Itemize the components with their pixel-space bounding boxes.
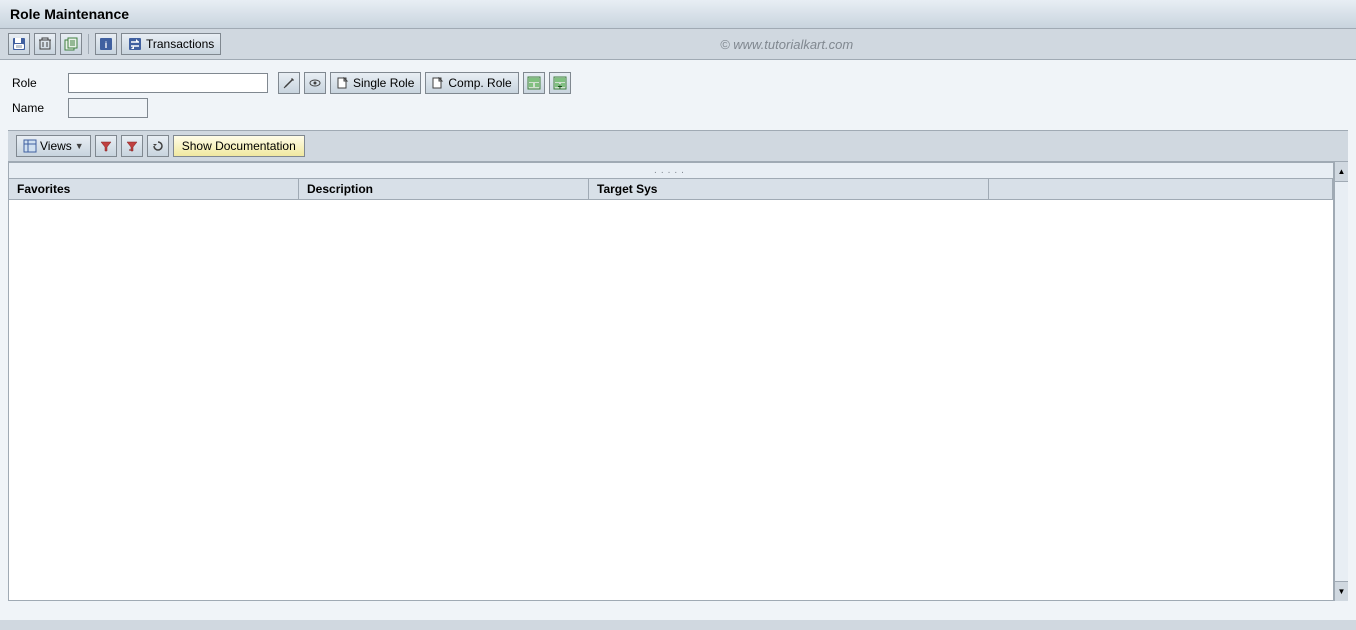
display-role-button[interactable]	[304, 72, 326, 94]
filter-button-1[interactable]	[95, 135, 117, 157]
scrollbar-track[interactable]	[1335, 182, 1348, 581]
single-role-doc-icon	[337, 77, 349, 89]
comp-role-doc-icon	[432, 77, 444, 89]
grid-add-icon: +	[553, 76, 567, 90]
title-bar: Role Maintenance	[0, 0, 1356, 29]
scrollbar-up-button[interactable]: ▲	[1335, 162, 1348, 182]
copy-icon	[64, 37, 78, 51]
views-dropdown-icon: ▼	[75, 141, 84, 151]
name-input[interactable]	[68, 98, 148, 118]
save-icon	[12, 37, 26, 51]
delete-button[interactable]	[34, 33, 56, 55]
comp-role-button[interactable]: Comp. Role	[425, 72, 518, 94]
filter-settings-icon	[126, 140, 138, 152]
show-documentation-button[interactable]: Show Documentation	[173, 135, 305, 157]
pencil-icon	[283, 77, 295, 89]
grid-add-button[interactable]: +	[549, 72, 571, 94]
views-icon	[23, 139, 37, 153]
role-actions: Single Role Comp. Role	[278, 72, 571, 94]
display-icon	[309, 77, 321, 89]
comp-role-label: Comp. Role	[448, 76, 511, 90]
name-label: Name	[12, 101, 62, 115]
scrollbar-down-button[interactable]: ▼	[1335, 581, 1348, 601]
scroll-up-icon: ▲	[1338, 167, 1346, 176]
header-target-sys: Target Sys	[589, 179, 989, 199]
grid-save-button[interactable]	[523, 72, 545, 94]
secondary-toolbar: Views ▼	[8, 130, 1348, 162]
views-button[interactable]: Views ▼	[16, 135, 91, 157]
scroll-down-icon: ▼	[1338, 587, 1346, 596]
main-toolbar: i Transactions © www.tutorialkart.com	[0, 29, 1356, 60]
data-grid: ..... Favorites Description Target Sys	[8, 162, 1334, 601]
main-content: Role	[0, 60, 1356, 620]
info-button[interactable]: i	[95, 33, 117, 55]
form-area: Role	[8, 68, 1348, 130]
transactions-label: Transactions	[146, 37, 214, 51]
refresh-button[interactable]	[147, 135, 169, 157]
filter-icon	[100, 140, 112, 152]
svg-text:i: i	[105, 40, 108, 50]
grid-body	[9, 200, 1333, 600]
save-button[interactable]	[8, 33, 30, 55]
header-description: Description	[299, 179, 589, 199]
single-role-button[interactable]: Single Role	[330, 72, 421, 94]
grid-header-row: Favorites Description Target Sys	[9, 179, 1333, 200]
page-title: Role Maintenance	[10, 6, 129, 22]
header-favorites: Favorites	[9, 179, 299, 199]
grid-dots-row: .....	[9, 163, 1333, 179]
transactions-icon	[128, 37, 142, 51]
toolbar-separator-1	[88, 34, 89, 54]
name-row: Name	[12, 98, 1344, 118]
content-wrapper: ..... Favorites Description Target Sys ▲	[8, 162, 1348, 601]
edit-role-button[interactable]	[278, 72, 300, 94]
single-role-label: Single Role	[353, 76, 414, 90]
role-label: Role	[12, 76, 62, 90]
delete-icon	[38, 37, 52, 51]
info-icon: i	[99, 37, 113, 51]
views-label: Views	[40, 139, 72, 153]
filter-button-2[interactable]	[121, 135, 143, 157]
right-scrollbar[interactable]: ▲ ▼	[1334, 162, 1348, 601]
show-documentation-label: Show Documentation	[182, 139, 296, 153]
refresh-icon	[152, 140, 164, 152]
main-area: ..... Favorites Description Target Sys	[8, 162, 1334, 601]
transactions-button[interactable]: Transactions	[121, 33, 221, 55]
role-input[interactable]	[68, 73, 268, 93]
copy-button[interactable]	[60, 33, 82, 55]
role-row: Role	[12, 72, 1344, 94]
watermark-text: © www.tutorialkart.com	[225, 37, 1348, 52]
svg-text:+: +	[557, 82, 562, 90]
header-extra	[989, 179, 1333, 199]
grid-save-icon	[527, 76, 541, 90]
